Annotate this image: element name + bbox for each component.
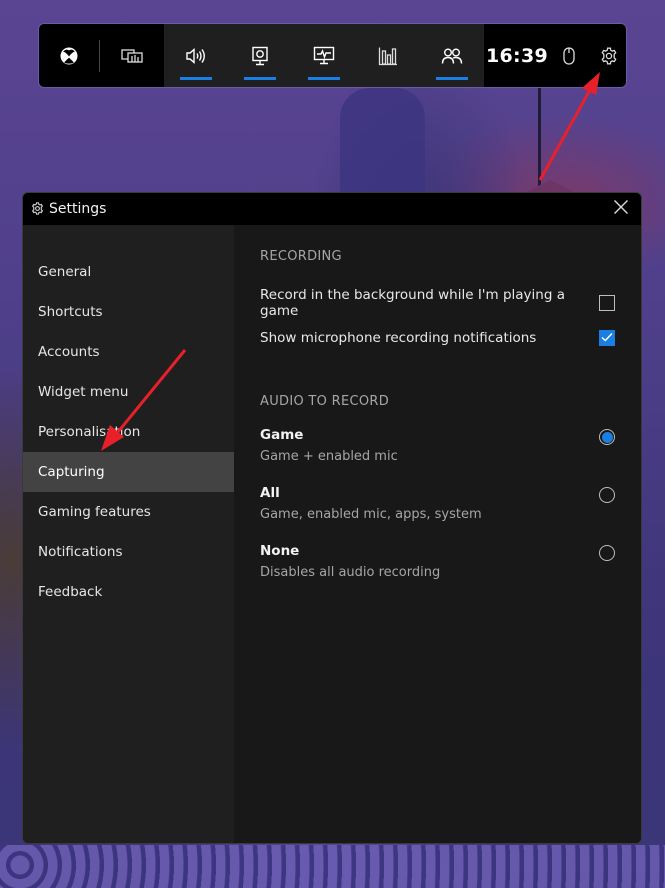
mic-notifications-row: Show microphone recording notifications xyxy=(260,320,615,355)
resources-widget-button[interactable] xyxy=(356,24,420,87)
audio-option-game[interactable]: Game Game + enabled mic xyxy=(260,426,615,484)
game-bar-widgets xyxy=(164,24,484,87)
mouse-icon xyxy=(563,46,575,65)
xbox-icon xyxy=(60,47,78,65)
nav-accounts[interactable]: Accounts xyxy=(23,332,234,372)
checkmark-icon xyxy=(601,330,613,346)
mouse-button[interactable] xyxy=(550,24,588,87)
audio-option-game-text: Game Game + enabled mic xyxy=(260,426,398,484)
game-bar: 16:39 xyxy=(38,23,627,88)
background-cobblestones xyxy=(0,845,665,888)
nav-widget-menu[interactable]: Widget menu xyxy=(23,372,234,412)
nav-shortcuts[interactable]: Shortcuts xyxy=(23,292,234,332)
game-bar-right: 16:39 xyxy=(484,24,626,87)
close-icon xyxy=(613,199,629,219)
audio-none-radio[interactable] xyxy=(599,545,615,561)
settings-gear-icon xyxy=(31,200,44,219)
audio-option-description: Game, enabled mic, apps, system xyxy=(260,507,482,522)
audio-option-label: None xyxy=(260,543,300,559)
social-widget-active-indicator xyxy=(436,77,468,80)
audio-widget-active-indicator xyxy=(180,77,212,80)
audio-option-all-text: All Game, enabled mic, apps, system xyxy=(260,484,482,542)
settings-titlebar: Settings xyxy=(23,193,641,225)
bar-chart-icon xyxy=(378,46,398,66)
record-background-row: Record in the background while I'm playi… xyxy=(260,285,615,320)
xbox-social-widget-button[interactable] xyxy=(420,24,484,87)
performance-widget-button[interactable] xyxy=(292,24,356,87)
capturing-settings-panel: RECORDING Record in the background while… xyxy=(234,225,641,843)
gear-button[interactable] xyxy=(588,24,626,87)
performance-overlay-icon xyxy=(121,47,143,65)
nav-gaming-features[interactable]: Gaming features xyxy=(23,492,234,532)
audio-option-label: Game xyxy=(260,427,304,443)
settings-title: Settings xyxy=(49,201,107,217)
clock-time: 16:39 xyxy=(486,44,548,67)
arrow-to-gear xyxy=(538,72,600,181)
audio-option-description: Game + enabled mic xyxy=(260,449,398,464)
nav-capturing[interactable]: Capturing xyxy=(23,452,234,492)
audio-option-description: Disables all audio recording xyxy=(260,565,441,580)
recording-section-title: RECORDING xyxy=(260,249,342,264)
nav-general[interactable]: General xyxy=(23,252,234,292)
capture-widget-active-indicator xyxy=(244,77,276,80)
nav-personalisation[interactable]: Personalisation xyxy=(23,412,234,452)
audio-option-none-text: None Disables all audio recording xyxy=(260,542,440,600)
performance-widget-active-indicator xyxy=(308,77,340,80)
audio-option-none[interactable]: None Disables all audio recording xyxy=(260,542,615,600)
xbox-button[interactable] xyxy=(39,24,99,87)
speaker-icon xyxy=(185,47,207,65)
game-bar-left xyxy=(39,24,164,87)
nav-feedback[interactable]: Feedback xyxy=(23,572,234,612)
audio-game-radio[interactable] xyxy=(599,429,615,445)
radio-selected-dot xyxy=(601,431,613,443)
gear-icon xyxy=(600,47,618,65)
record-background-checkbox[interactable] xyxy=(599,294,615,311)
record-background-label: Record in the background while I'm playi… xyxy=(260,286,565,319)
settings-body: General Shortcuts Accounts Widget menu P… xyxy=(23,225,641,843)
capture-widget-button[interactable] xyxy=(228,24,292,87)
settings-nav: General Shortcuts Accounts Widget menu P… xyxy=(23,225,234,843)
audio-section-title: AUDIO TO RECORD xyxy=(260,394,390,409)
audio-widget-button[interactable] xyxy=(164,24,228,87)
capture-icon xyxy=(251,46,269,66)
people-icon xyxy=(441,47,463,65)
mic-notifications-label: Show microphone recording notifications xyxy=(260,329,537,346)
nav-notifications[interactable]: Notifications xyxy=(23,532,234,572)
performance-icon xyxy=(313,46,335,66)
audio-option-label: All xyxy=(260,485,280,501)
widget-overlay-button[interactable] xyxy=(100,24,164,87)
mic-notifications-checkbox[interactable] xyxy=(599,329,615,346)
settings-window: Settings General Shortcuts Accounts Widg… xyxy=(22,192,642,844)
audio-all-radio[interactable] xyxy=(599,487,615,503)
background-pole xyxy=(538,88,541,188)
close-button[interactable] xyxy=(607,195,635,223)
audio-radio-group: Game Game + enabled mic All Game, enable… xyxy=(260,426,615,600)
audio-option-all[interactable]: All Game, enabled mic, apps, system xyxy=(260,484,615,542)
